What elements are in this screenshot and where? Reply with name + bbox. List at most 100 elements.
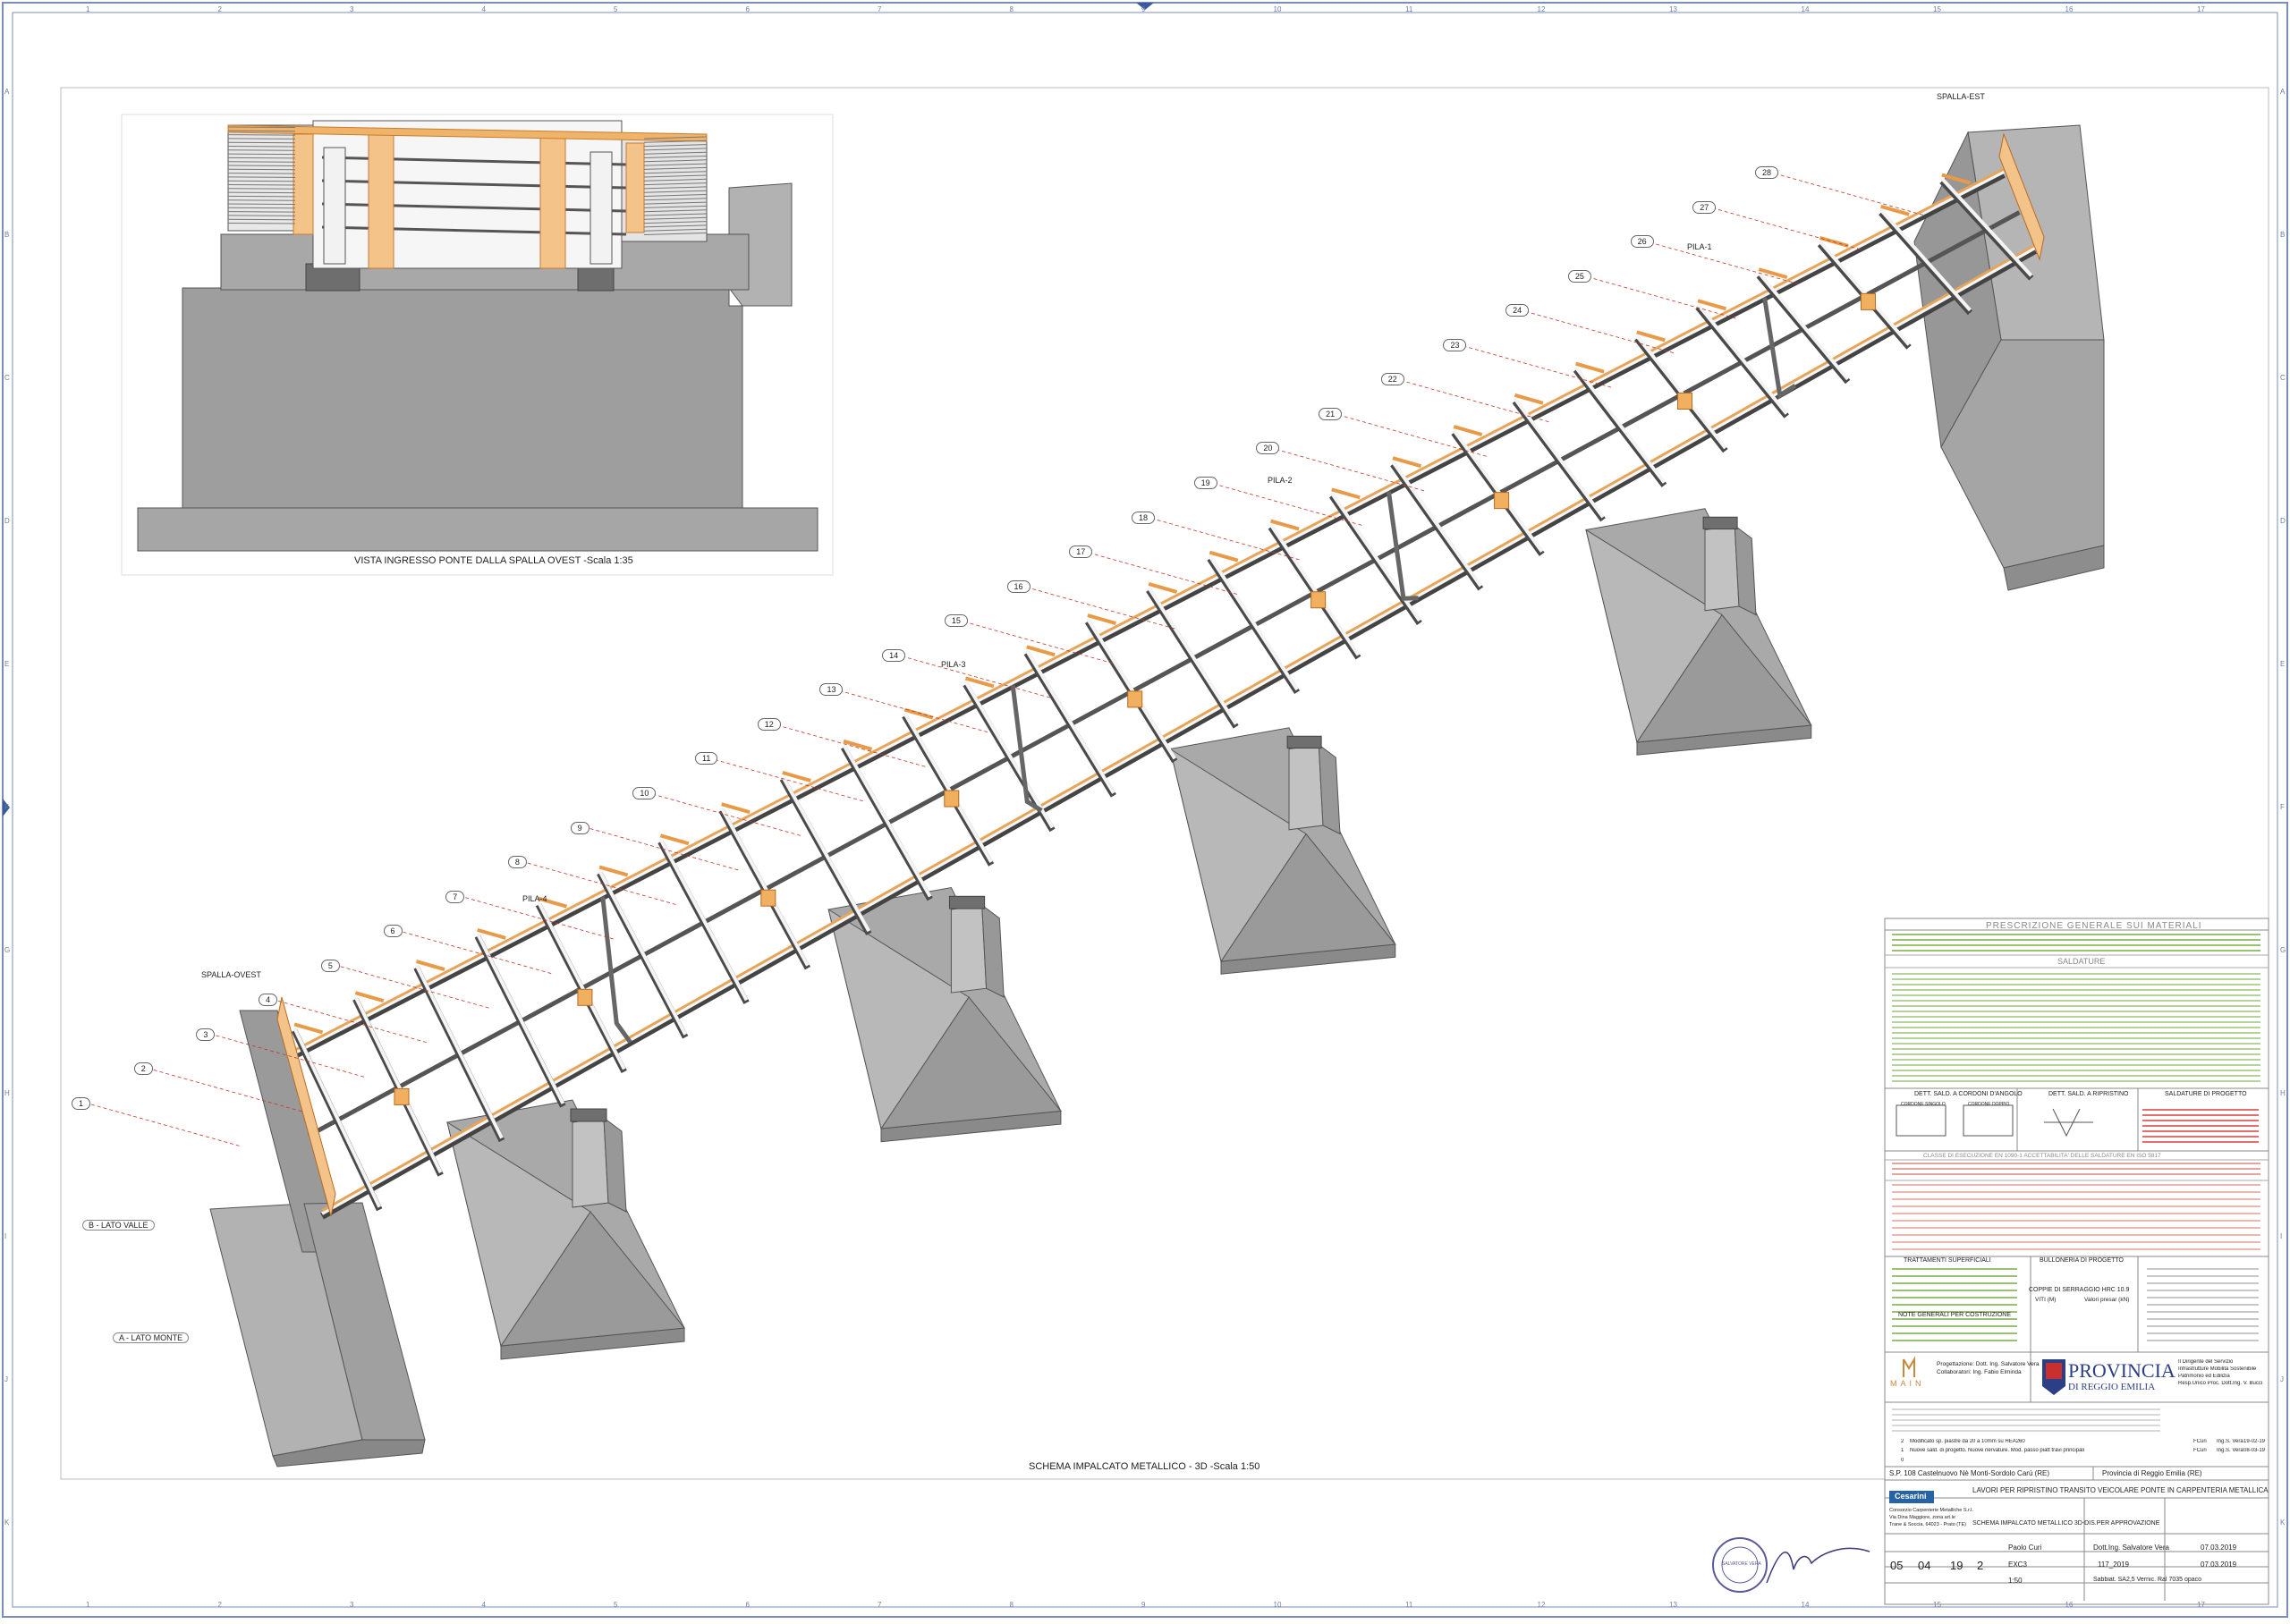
section-bubble: 20 bbox=[1256, 442, 1280, 455]
label-pila-4: PILA-4 bbox=[522, 894, 547, 903]
fine-print-line bbox=[1892, 1016, 2260, 1018]
cross-beam-flange bbox=[1330, 492, 1421, 622]
label-pila-1: PILA-1 bbox=[1687, 242, 1712, 251]
hatch-line bbox=[227, 218, 296, 221]
frame-row-letter: F bbox=[2280, 803, 2285, 811]
shear-studs bbox=[354, 991, 385, 1003]
fine-print-line bbox=[2142, 1109, 2259, 1111]
fine-print-line bbox=[1892, 1000, 2260, 1002]
frame-col-number: 2 bbox=[217, 1601, 222, 1609]
frame-row-letter: B bbox=[2280, 231, 2286, 239]
fine-print-line bbox=[1892, 1425, 2160, 1426]
fine-print-line bbox=[1892, 1227, 2260, 1229]
section-bubble: 13 bbox=[819, 683, 844, 697]
stiffener-plate bbox=[760, 889, 776, 907]
cross-beam-flange bbox=[1086, 618, 1177, 760]
pier bbox=[1169, 727, 1396, 975]
section-bubble: 6 bbox=[383, 925, 403, 938]
section-bubble: 23 bbox=[1443, 338, 1467, 351]
section-bubble: 9 bbox=[570, 821, 589, 834]
servizio-2: Infrastrutture Mobilità Sostenibile bbox=[2178, 1366, 2257, 1372]
frame-col-number: 5 bbox=[614, 5, 618, 13]
fine-print-line bbox=[1892, 1163, 2260, 1164]
stiffener-plate bbox=[1310, 591, 1327, 609]
stiffener-plate bbox=[1677, 392, 1693, 410]
code-4: 2 bbox=[1977, 1559, 1984, 1572]
fine-print-line bbox=[1892, 1032, 2260, 1034]
fine-print-line bbox=[1892, 1248, 2260, 1250]
fine-print-line bbox=[2142, 1136, 2259, 1138]
cross-beam-flange bbox=[1268, 523, 1361, 656]
cross-beam-flange bbox=[1452, 428, 1544, 554]
fine-print-line bbox=[1892, 1059, 2260, 1061]
section-bubble: 26 bbox=[1630, 235, 1654, 249]
dett-ripristino-heading: DETT. SALD. A RIPRISTINO bbox=[2048, 1091, 2129, 1097]
frame-row-letter: G bbox=[2280, 946, 2286, 954]
materials-title: PRESCRIZIONE GENERALE SUI MATERIALI bbox=[1986, 921, 2202, 931]
cross-beam-flange bbox=[963, 681, 1055, 829]
cross-beam-flange bbox=[353, 995, 443, 1174]
label-pila-2: PILA-2 bbox=[1268, 476, 1293, 485]
frame-col-number: 13 bbox=[1669, 5, 1677, 13]
hatch-line bbox=[227, 165, 296, 166]
code-1: 05 bbox=[1890, 1559, 1904, 1572]
leader-line bbox=[1525, 310, 1676, 354]
company-line-2: Via Dina Maggiore, zona art.le bbox=[1889, 1515, 1955, 1520]
frame-row-letter: K bbox=[4, 1518, 10, 1527]
fine-print-line bbox=[2147, 1290, 2259, 1291]
finish: Sabbiat. SA2,5 Verniс. Ral 7035 opaco bbox=[2093, 1577, 2202, 1583]
frame-col-number: 9 bbox=[1141, 1601, 1146, 1609]
signature-icon bbox=[1766, 1547, 1870, 1584]
fine-print-line bbox=[1892, 994, 2260, 996]
section-bubble: 2 bbox=[133, 1062, 153, 1076]
stamp-text: SALVATORE VERA bbox=[1722, 1561, 1761, 1567]
hatch-line bbox=[227, 180, 296, 182]
frame-row-letter: D bbox=[2280, 517, 2286, 525]
shear-studs bbox=[721, 802, 751, 815]
hatch-line bbox=[227, 141, 296, 144]
fine-print-line bbox=[1892, 989, 2260, 991]
cross-beam-flange bbox=[1818, 240, 1911, 346]
section-bubble: 7 bbox=[445, 890, 465, 903]
label-spalla-est: SPALLA-EST bbox=[1937, 92, 1985, 101]
cross-beam-flange bbox=[414, 964, 504, 1139]
fine-print-line bbox=[2147, 1297, 2259, 1298]
section-bubble: 4 bbox=[259, 994, 278, 1007]
leader-line bbox=[90, 1104, 242, 1147]
fine-print-line bbox=[1892, 1173, 2260, 1175]
frame-col-number: 8 bbox=[1009, 1601, 1014, 1609]
rev-2-text: Modificato sp. piastre da 20 a 10mm su H… bbox=[1910, 1439, 2025, 1444]
section-bubble: 19 bbox=[1193, 477, 1217, 489]
frame-row-letter: H bbox=[2280, 1089, 2286, 1097]
leader-line bbox=[1650, 241, 1801, 285]
fine-print-line bbox=[1892, 1205, 2260, 1207]
hatch-line bbox=[227, 138, 296, 140]
section-bubble: 25 bbox=[1567, 269, 1591, 283]
section-bubble: 1 bbox=[72, 1097, 91, 1110]
fine-print-line bbox=[1892, 1184, 2260, 1186]
frame-col-number: 7 bbox=[878, 5, 882, 13]
drawing-title: SCHEMA IMPALCATO METALLICO 3D-DIS.PER AP… bbox=[1972, 1520, 2160, 1527]
hatch-line bbox=[227, 211, 296, 213]
frame-col-number: 6 bbox=[745, 5, 750, 13]
frame-row-letter: I bbox=[2280, 1232, 2283, 1240]
hatch-line bbox=[227, 203, 296, 205]
fine-print-line bbox=[2142, 1114, 2259, 1116]
frame-row-letter: G bbox=[4, 946, 11, 954]
frame-col-number: 1 bbox=[86, 1601, 90, 1609]
cross-beam-flange bbox=[475, 932, 565, 1104]
cross-beam-flange bbox=[658, 838, 749, 1002]
label-lato-valle: B - LATO VALLE bbox=[82, 1220, 155, 1231]
frame-col-number: 12 bbox=[1537, 5, 1546, 13]
section-bubble: 8 bbox=[507, 856, 527, 869]
inset-view bbox=[121, 114, 834, 576]
servizio-3: Patrimonio ed Edilizia bbox=[2178, 1374, 2230, 1379]
hatch-line bbox=[227, 188, 296, 190]
fine-print-line bbox=[2142, 1120, 2259, 1121]
fine-print-line bbox=[1892, 1241, 2260, 1243]
code-2: 04 bbox=[1918, 1559, 1931, 1572]
note-generali: NOTE GENERALI PER COSTRUZIONE bbox=[1898, 1312, 2012, 1318]
fine-print-line bbox=[1892, 1340, 2017, 1341]
fine-print-line bbox=[1892, 1080, 2260, 1082]
frame-col-number: 10 bbox=[1273, 1601, 1282, 1609]
